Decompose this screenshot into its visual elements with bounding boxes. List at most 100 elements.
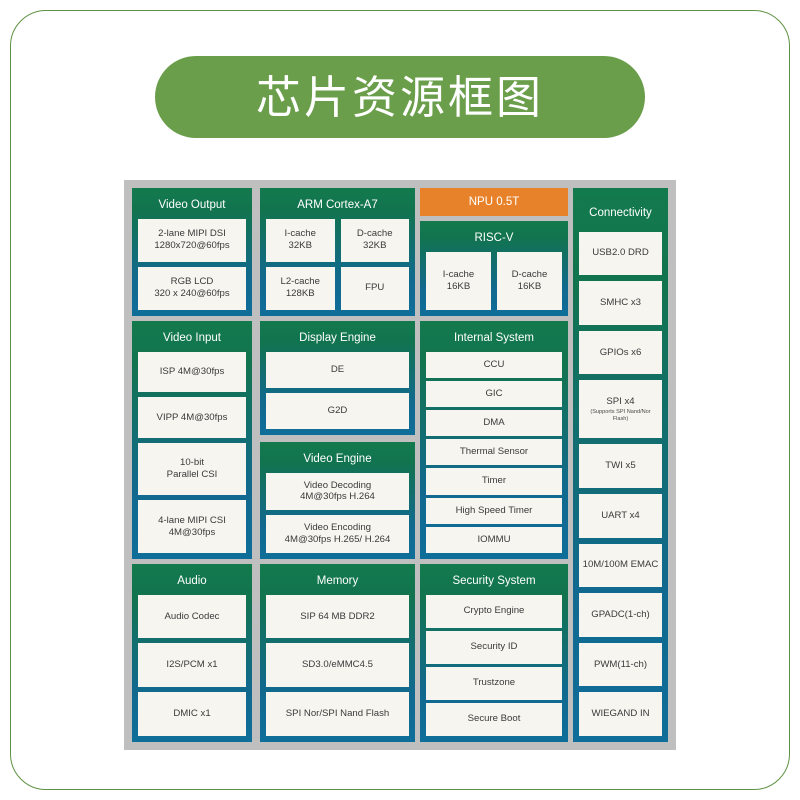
list-item: Timer [426, 468, 562, 495]
list-item: D-cache 16KB [497, 251, 562, 310]
list-item: SIP 64 MB DDR2 [266, 594, 409, 639]
item-line1: Timer [481, 475, 507, 487]
item-line1: Crypto Engine [463, 605, 525, 617]
block-connectivity: Connectivity USB2.0 DRD SMHC x3 GPIOs x6… [573, 188, 668, 742]
list-item: UART x4 [579, 494, 662, 538]
item-line1: Secure Boot [467, 713, 521, 725]
list-item: WIEGAND IN [579, 692, 662, 736]
item-line2: 32KB [363, 240, 387, 252]
item-list: Crypto Engine Security ID Trustzone Secu… [426, 594, 562, 737]
block-title: RISC-V [474, 232, 514, 244]
item-line1: 4-lane MIPI CSI [158, 514, 226, 526]
item-list: I-cache 16KB D-cache 16KB [426, 251, 562, 310]
list-item: SMHC x3 [579, 281, 662, 325]
item-line1: High Speed Timer [455, 504, 533, 516]
item-line2: Parallel CSI [166, 469, 218, 481]
list-item: 4-lane MIPI CSI 4M@30fps [138, 500, 246, 553]
item-line1: D-cache [511, 268, 548, 280]
block-video-engine: Video Engine Video Decoding 4M@30fps H.2… [260, 442, 415, 559]
list-item: FPU [340, 266, 409, 310]
item-line1: IOMMU [477, 533, 511, 545]
block-title: ARM Cortex-A7 [297, 199, 378, 211]
item-line1: 10-bit [180, 457, 204, 469]
list-item: IOMMU [426, 526, 562, 553]
list-item: SPI x4 (Supports SPI Nand/Nor Flash) [579, 380, 662, 439]
item-line2: 32KB [288, 240, 312, 252]
list-item: PWM(11-ch) [579, 642, 662, 687]
list-item: RGB LCD 320 x 240@60fps [138, 266, 246, 311]
list-item: Trustzone [426, 666, 562, 700]
list-item: VIPP 4M@30fps [138, 397, 246, 438]
list-item: Security ID [426, 630, 562, 664]
item-line1: DMA [483, 417, 505, 429]
item-line1: 10M/100M EMAC [582, 559, 659, 571]
item-line1: WIEGAND IN [591, 708, 650, 720]
block-title: Video Output [158, 199, 226, 211]
list-item: I2S/PCM x1 [138, 643, 246, 688]
item-line1: Audio Codec [164, 610, 220, 622]
block-arm-cortex-a7: ARM Cortex-A7 I-cache 32KB D-cache 32KB … [260, 188, 415, 316]
item-line1: Video Encoding [303, 522, 372, 534]
item-line1: SPI Nor/SPI Nand Flash [285, 708, 390, 720]
item-list: SIP 64 MB DDR2 SD3.0/eMMC4.5 SPI Nor/SPI… [266, 594, 409, 736]
block-audio: Audio Audio Codec I2S/PCM x1 DMIC x1 [132, 564, 252, 742]
item-line1: L2-cache [280, 276, 320, 288]
item-line1: TWI x5 [605, 460, 636, 472]
item-list: ISP 4M@30fps VIPP 4M@30fps 10-bit Parall… [138, 351, 246, 553]
item-line2: 320 x 240@60fps [154, 288, 230, 300]
item-list: 2-lane MIPI DSI 1280x720@60fps RGB LCD 3… [138, 218, 246, 311]
block-title: Connectivity [589, 207, 652, 219]
list-item: Audio Codec [138, 594, 246, 639]
list-item: 10M/100M EMAC [579, 543, 662, 588]
item-line1: I-cache [284, 228, 316, 240]
item-line1: SD3.0/eMMC4.5 [302, 659, 373, 671]
block-title: Security System [452, 575, 536, 587]
block-video-output: Video Output 2-lane MIPI DSI 1280x720@60… [132, 188, 252, 316]
list-item: SPI Nor/SPI Nand Flash [266, 692, 409, 736]
list-item: G2D [266, 392, 409, 430]
item-line2: 1280x720@60fps [154, 240, 230, 252]
item-line1: GPIOs x6 [599, 346, 642, 358]
item-line1: SIP 64 MB DDR2 [300, 610, 375, 622]
diagram-grid: Video Output 2-lane MIPI DSI 1280x720@60… [132, 188, 668, 742]
item-list: USB2.0 DRD SMHC x3 GPIOs x6 SPI x4 (Supp… [579, 231, 662, 736]
item-line1: CCU [483, 358, 505, 370]
item-line1: VIPP 4M@30fps [156, 411, 228, 423]
item-line1: G2D [327, 404, 348, 416]
item-line1: GPADC(1-ch) [591, 609, 650, 620]
item-list: CCU GIC DMA Thermal Sensor Timer High Sp… [426, 351, 562, 553]
item-line1: GIC [485, 387, 503, 399]
block-riscv: RISC-V I-cache 16KB D-cache 16KB [420, 221, 568, 316]
list-item: I-cache 32KB [266, 218, 335, 262]
list-item: ISP 4M@30fps [138, 351, 246, 393]
item-subtitle: (Supports SPI Nand/Nor Flash) [590, 409, 651, 422]
list-item: TWI x5 [579, 444, 662, 489]
list-item: High Speed Timer [426, 497, 562, 524]
block-title: Internal System [454, 332, 534, 344]
item-line1: FPU [365, 282, 385, 294]
item-line2: 4M@30fps [168, 526, 216, 538]
item-line1: DE [330, 363, 345, 375]
item-line2: 128KB [285, 288, 315, 300]
block-title: Video Engine [303, 453, 372, 465]
block-memory: Memory SIP 64 MB DDR2 SD3.0/eMMC4.5 SPI … [260, 564, 415, 742]
item-line2: 4M@30fps H.264 [300, 491, 375, 503]
list-item: L2-cache 128KB [266, 266, 335, 310]
list-item: Crypto Engine [426, 594, 562, 628]
block-security-system: Security System Crypto Engine Security I… [420, 564, 568, 742]
page-title: 芯片资源框图 [255, 71, 544, 123]
item-line1: Security ID [470, 641, 518, 653]
list-item: Secure Boot [426, 702, 562, 737]
list-item: DMIC x1 [138, 692, 246, 736]
page-title-banner: 芯片资源框图 [155, 56, 645, 138]
list-item: DE [266, 351, 409, 388]
item-line1: DMIC x1 [173, 708, 211, 720]
list-item: USB2.0 DRD [579, 231, 662, 276]
block-title: NPU 0.5T [468, 196, 520, 208]
block-title: Memory [316, 575, 359, 587]
item-line1: 2-lane MIPI DSI [158, 228, 226, 240]
list-item: 2-lane MIPI DSI 1280x720@60fps [138, 218, 246, 262]
list-item: DMA [426, 410, 562, 437]
item-line1: I-cache [442, 268, 475, 280]
block-npu: NPU 0.5T [420, 188, 568, 216]
